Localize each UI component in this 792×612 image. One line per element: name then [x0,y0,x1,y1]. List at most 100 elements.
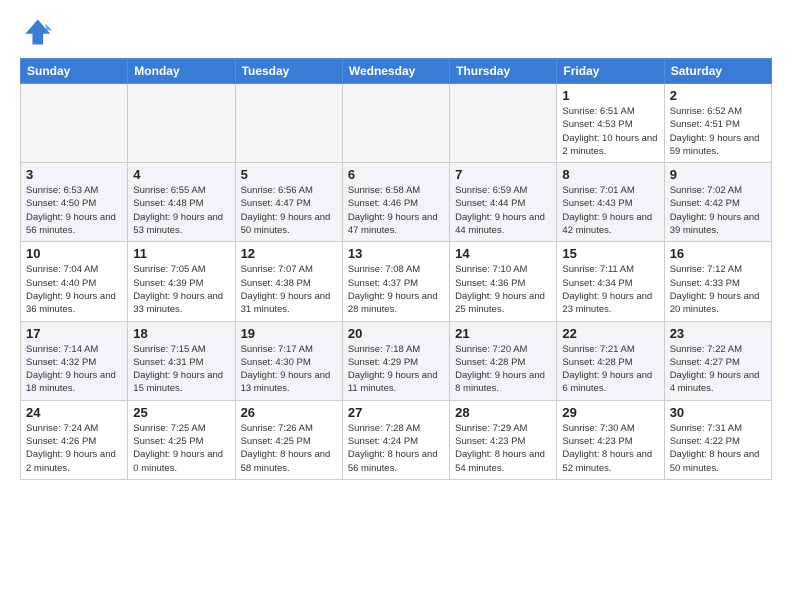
day-number: 17 [26,326,122,341]
calendar-cell: 19 Sunrise: 7:17 AMSunset: 4:30 PMDayligh… [235,321,342,400]
day-number: 25 [133,405,229,420]
day-detail: Sunrise: 7:29 AMSunset: 4:23 PMDaylight:… [455,422,551,475]
day-number: 6 [348,167,444,182]
calendar-cell: 15Sunrise: 7:11 AMSunset: 4:34 PMDayligh… [557,242,664,321]
day-number: 12 [241,246,337,261]
calendar-cell: 13 Sunrise: 7:08 AMSunset: 4:37 PMDayligh… [342,242,449,321]
col-header-monday: Monday [128,59,235,84]
day-number: 2 [670,88,766,103]
day-number: 11 [133,246,229,261]
day-detail: Sunrise: 7:17 AMSunset: 4:30 PMDaylight:… [241,343,337,396]
day-number: 26 [241,405,337,420]
day-detail: Sunrise: 7:04 AMSunset: 4:40 PMDaylight:… [26,263,122,316]
calendar-cell: 28 Sunrise: 7:29 AMSunset: 4:23 PMDayligh… [450,400,557,479]
calendar-cell [128,84,235,163]
day-detail: Sunrise: 6:52 AMSunset: 4:51 PMDaylight:… [670,105,766,158]
day-detail: Sunrise: 7:08 AMSunset: 4:37 PMDaylight:… [348,263,444,316]
day-detail: Sunrise: 6:56 AMSunset: 4:47 PMDaylight:… [241,184,337,237]
day-number: 27 [348,405,444,420]
calendar-cell: 3 Sunrise: 6:53 AMSunset: 4:50 PMDaylight… [21,163,128,242]
day-detail: Sunrise: 7:26 AMSunset: 4:25 PMDaylight:… [241,422,337,475]
day-detail: Sunrise: 7:25 AMSunset: 4:25 PMDaylight:… [133,422,229,475]
calendar-week-2: 3 Sunrise: 6:53 AMSunset: 4:50 PMDaylight… [21,163,772,242]
day-number: 29 [562,405,658,420]
calendar-cell: 23Sunrise: 7:22 AMSunset: 4:27 PMDayligh… [664,321,771,400]
day-detail: Sunrise: 7:24 AMSunset: 4:26 PMDaylight:… [26,422,122,475]
day-detail: Sunrise: 7:21 AMSunset: 4:28 PMDaylight:… [562,343,658,396]
calendar-cell: 17 Sunrise: 7:14 AMSunset: 4:32 PMDayligh… [21,321,128,400]
col-header-sunday: Sunday [21,59,128,84]
day-number: 30 [670,405,766,420]
calendar-cell: 8Sunrise: 7:01 AMSunset: 4:43 PMDaylight… [557,163,664,242]
day-detail: Sunrise: 7:05 AMSunset: 4:39 PMDaylight:… [133,263,229,316]
day-number: 18 [133,326,229,341]
day-detail: Sunrise: 7:01 AMSunset: 4:43 PMDaylight:… [562,184,658,237]
logo-icon [20,16,52,48]
calendar-cell [450,84,557,163]
col-header-wednesday: Wednesday [342,59,449,84]
calendar-week-1: 1 Sunrise: 6:51 AMSunset: 4:53 PMDaylight… [21,84,772,163]
calendar-cell: 26 Sunrise: 7:26 AMSunset: 4:25 PMDayligh… [235,400,342,479]
calendar-cell: 6Sunrise: 6:58 AMSunset: 4:46 PMDaylight… [342,163,449,242]
calendar-cell: 11 Sunrise: 7:05 AMSunset: 4:39 PMDayligh… [128,242,235,321]
day-detail: Sunrise: 7:28 AMSunset: 4:24 PMDaylight:… [348,422,444,475]
calendar-week-4: 17 Sunrise: 7:14 AMSunset: 4:32 PMDayligh… [21,321,772,400]
day-detail: Sunrise: 7:07 AMSunset: 4:38 PMDaylight:… [241,263,337,316]
day-number: 13 [348,246,444,261]
col-header-tuesday: Tuesday [235,59,342,84]
calendar-cell: 2 Sunrise: 6:52 AMSunset: 4:51 PMDaylight… [664,84,771,163]
day-detail: Sunrise: 6:55 AMSunset: 4:48 PMDaylight:… [133,184,229,237]
calendar-cell: 20 Sunrise: 7:18 AMSunset: 4:29 PMDayligh… [342,321,449,400]
day-detail: Sunrise: 6:51 AMSunset: 4:53 PMDaylight:… [562,105,658,158]
calendar-cell: 29 Sunrise: 7:30 AMSunset: 4:23 PMDayligh… [557,400,664,479]
day-number: 5 [241,167,337,182]
calendar-cell [21,84,128,163]
calendar-cell: 18 Sunrise: 7:15 AMSunset: 4:31 PMDayligh… [128,321,235,400]
day-detail: Sunrise: 7:12 AMSunset: 4:33 PMDaylight:… [670,263,766,316]
calendar-cell: 25 Sunrise: 7:25 AMSunset: 4:25 PMDayligh… [128,400,235,479]
calendar-cell: 27 Sunrise: 7:28 AMSunset: 4:24 PMDayligh… [342,400,449,479]
day-number: 14 [455,246,551,261]
calendar-cell [235,84,342,163]
day-detail: Sunrise: 7:20 AMSunset: 4:28 PMDaylight:… [455,343,551,396]
logo [20,16,56,48]
day-number: 7 [455,167,551,182]
calendar-cell [342,84,449,163]
day-number: 16 [670,246,766,261]
day-detail: Sunrise: 6:53 AMSunset: 4:50 PMDaylight:… [26,184,122,237]
calendar-cell: 16 Sunrise: 7:12 AMSunset: 4:33 PMDayligh… [664,242,771,321]
col-header-thursday: Thursday [450,59,557,84]
calendar-cell: 14 Sunrise: 7:10 AMSunset: 4:36 PMDayligh… [450,242,557,321]
day-detail: Sunrise: 7:10 AMSunset: 4:36 PMDaylight:… [455,263,551,316]
day-number: 20 [348,326,444,341]
page: SundayMondayTuesdayWednesdayThursdayFrid… [0,0,792,612]
col-header-saturday: Saturday [664,59,771,84]
day-detail: Sunrise: 7:18 AMSunset: 4:29 PMDaylight:… [348,343,444,396]
calendar-cell: 21Sunrise: 7:20 AMSunset: 4:28 PMDayligh… [450,321,557,400]
calendar-table: SundayMondayTuesdayWednesdayThursdayFrid… [20,58,772,480]
col-header-friday: Friday [557,59,664,84]
day-number: 4 [133,167,229,182]
calendar-cell: 22 Sunrise: 7:21 AMSunset: 4:28 PMDayligh… [557,321,664,400]
day-number: 28 [455,405,551,420]
day-detail: Sunrise: 7:30 AMSunset: 4:23 PMDaylight:… [562,422,658,475]
calendar-cell: 30Sunrise: 7:31 AMSunset: 4:22 PMDayligh… [664,400,771,479]
day-number: 24 [26,405,122,420]
calendar-cell: 7 Sunrise: 6:59 AMSunset: 4:44 PMDaylight… [450,163,557,242]
calendar-cell: 4 Sunrise: 6:55 AMSunset: 4:48 PMDaylight… [128,163,235,242]
day-number: 3 [26,167,122,182]
calendar-week-5: 24 Sunrise: 7:24 AMSunset: 4:26 PMDayligh… [21,400,772,479]
day-detail: Sunrise: 7:15 AMSunset: 4:31 PMDaylight:… [133,343,229,396]
day-number: 1 [562,88,658,103]
day-number: 19 [241,326,337,341]
day-detail: Sunrise: 7:14 AMSunset: 4:32 PMDaylight:… [26,343,122,396]
day-detail: Sunrise: 7:11 AMSunset: 4:34 PMDaylight:… [562,263,658,316]
day-number: 22 [562,326,658,341]
header [20,16,772,48]
calendar-cell: 10 Sunrise: 7:04 AMSunset: 4:40 PMDayligh… [21,242,128,321]
calendar-week-3: 10 Sunrise: 7:04 AMSunset: 4:40 PMDayligh… [21,242,772,321]
day-number: 10 [26,246,122,261]
day-detail: Sunrise: 6:59 AMSunset: 4:44 PMDaylight:… [455,184,551,237]
day-number: 9 [670,167,766,182]
calendar-cell: 12 Sunrise: 7:07 AMSunset: 4:38 PMDayligh… [235,242,342,321]
